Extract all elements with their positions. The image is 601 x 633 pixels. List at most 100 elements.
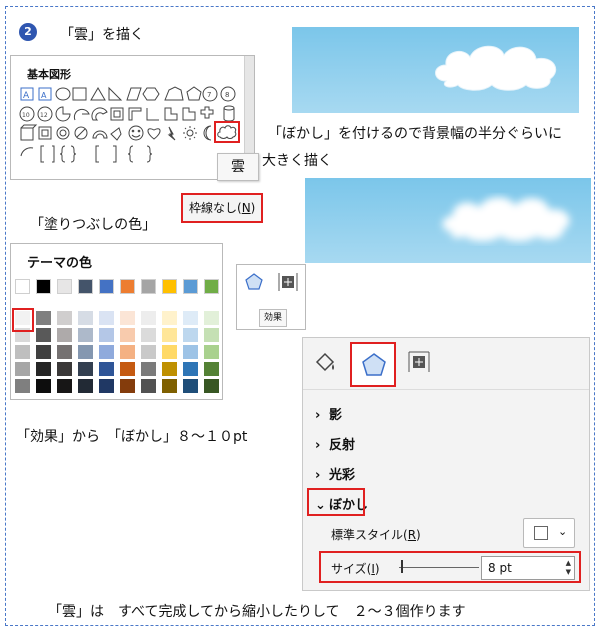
section-glow[interactable]: › 光彩 — [315, 464, 355, 483]
theme-color-shade-swatch[interactable] — [162, 379, 177, 393]
theme-color-shade-swatch[interactable] — [141, 328, 156, 342]
cloud-tooltip: 雲 — [217, 153, 259, 181]
theme-color-swatch[interactable] — [78, 279, 93, 294]
standard-style-text: 標準スタイル( — [331, 528, 408, 542]
theme-color-swatch[interactable] — [204, 279, 219, 294]
theme-color-shade-swatch[interactable] — [204, 379, 219, 393]
no-outline-menu-item[interactable]: 枠線なし(N) — [181, 193, 263, 223]
theme-color-shade-swatch[interactable] — [36, 362, 51, 376]
theme-color-swatch[interactable] — [36, 279, 51, 294]
size-spinner[interactable]: ▲ ▼ — [566, 559, 571, 577]
no-outline-suffix: ) — [250, 201, 256, 215]
theme-color-swatch[interactable] — [141, 279, 156, 294]
theme-color-swatch[interactable] — [57, 279, 72, 294]
theme-color-shade-swatch[interactable] — [78, 345, 93, 359]
spin-up-icon[interactable]: ▲ — [566, 559, 571, 568]
theme-color-shade-swatch[interactable] — [99, 345, 114, 359]
theme-color-shade-swatch[interactable] — [183, 311, 198, 325]
theme-color-shade-swatch[interactable] — [162, 362, 177, 376]
theme-color-shade-swatch[interactable] — [141, 345, 156, 359]
bokashi-instruction-line2: 大きく描く — [262, 153, 332, 169]
theme-color-swatch[interactable] — [183, 279, 198, 294]
theme-color-shade-swatch[interactable] — [36, 328, 51, 342]
theme-color-swatch[interactable] — [162, 279, 177, 294]
theme-color-shade-swatch[interactable] — [162, 328, 177, 342]
theme-color-shade-swatch[interactable] — [57, 311, 72, 325]
theme-color-shade-swatch[interactable] — [36, 379, 51, 393]
shape-grid[interactable]: A A 7 8 10 12 — [19, 82, 241, 174]
theme-color-shade-swatch[interactable] — [204, 311, 219, 325]
theme-color-shade-swatch[interactable] — [57, 328, 72, 342]
effect-instruction: 「効果」から 「ぼかし」８～１０pt — [16, 429, 248, 445]
theme-color-shade-swatch[interactable] — [78, 311, 93, 325]
theme-color-shade-swatch[interactable] — [162, 345, 177, 359]
size-label: サイズ(I) — [331, 560, 380, 577]
theme-color-shade-swatch[interactable] — [78, 362, 93, 376]
theme-color-swatch[interactable] — [99, 279, 114, 294]
theme-color-shade-swatch[interactable] — [204, 328, 219, 342]
theme-color-shade-swatch[interactable] — [99, 311, 114, 325]
size-properties-icon[interactable] — [407, 350, 431, 374]
size-slider-thumb[interactable] — [401, 560, 403, 573]
theme-color-shade-swatch[interactable] — [36, 311, 51, 325]
svg-text:12: 12 — [40, 112, 48, 119]
svg-text:8: 8 — [225, 91, 229, 99]
section-reflection[interactable]: › 反射 — [315, 434, 355, 453]
theme-color-shade-swatch[interactable] — [15, 345, 30, 359]
format-icon-bar — [303, 338, 589, 390]
fill-line-icon[interactable] — [313, 350, 337, 374]
effects-pentagon-icon — [362, 353, 386, 376]
theme-color-shade-swatch[interactable] — [120, 379, 135, 393]
theme-color-shade-swatch[interactable] — [183, 328, 198, 342]
section-shadow-label: 影 — [329, 408, 343, 423]
theme-color-shade-swatch[interactable] — [78, 328, 93, 342]
standard-style-dropdown[interactable]: ⌄ — [523, 518, 575, 548]
theme-color-shade-swatch[interactable] — [15, 362, 30, 376]
size-input[interactable]: 8 pt ▲ ▼ — [481, 556, 575, 580]
chevron-down-icon: ⌄ — [558, 525, 568, 538]
theme-color-shade-swatch[interactable] — [57, 379, 72, 393]
theme-color-shade-swatch[interactable] — [183, 362, 198, 376]
svg-text:A: A — [41, 91, 47, 100]
size-label-suffix: ) — [374, 562, 380, 576]
theme-color-shade-swatch[interactable] — [120, 345, 135, 359]
cloud-icon — [217, 125, 237, 139]
standard-style-suffix: ) — [416, 528, 421, 542]
theme-color-shade-swatch[interactable] — [57, 362, 72, 376]
theme-color-shade-swatch[interactable] — [99, 362, 114, 376]
chevron-right-icon: › — [315, 408, 321, 423]
size-slider-track[interactable] — [399, 567, 479, 568]
theme-color-shade-swatch[interactable] — [120, 328, 135, 342]
theme-color-shade-swatch[interactable] — [183, 345, 198, 359]
theme-color-shade-swatch[interactable] — [99, 379, 114, 393]
theme-color-shade-swatch[interactable] — [162, 311, 177, 325]
cloud-shape-button[interactable] — [214, 121, 240, 143]
theme-color-shade-swatch[interactable] — [141, 379, 156, 393]
effect-pentagon-icon[interactable] — [243, 271, 265, 293]
theme-color-shade-swatch[interactable] — [15, 379, 30, 393]
format-shape-panel: › 影 › 反射 › 光彩 ⌄ ぼかし 標準スタイル(R) ⌄ サイズ(I) 8 pt … — [302, 337, 590, 591]
standard-style-label: 標準スタイル(R) — [331, 526, 421, 543]
theme-color-shade-swatch[interactable] — [183, 379, 198, 393]
selected-white-swatch-highlight[interactable] — [12, 308, 34, 332]
section-reflection-label: 反射 — [329, 438, 356, 453]
spin-down-icon[interactable]: ▼ — [566, 568, 571, 577]
theme-color-shade-swatch[interactable] — [120, 311, 135, 325]
theme-color-shade-swatch[interactable] — [78, 379, 93, 393]
theme-color-shade-swatch[interactable] — [57, 345, 72, 359]
theme-color-shade-swatch[interactable] — [204, 362, 219, 376]
theme-color-swatch[interactable] — [120, 279, 135, 294]
theme-color-shade-swatch[interactable] — [204, 345, 219, 359]
effects-tab-button[interactable] — [350, 342, 396, 387]
section-shadow[interactable]: › 影 — [315, 404, 342, 423]
size-position-icon[interactable] — [277, 271, 299, 293]
theme-color-shade-swatch[interactable] — [141, 311, 156, 325]
theme-color-shade-swatch[interactable] — [120, 362, 135, 376]
theme-color-shade-swatch[interactable] — [141, 362, 156, 376]
size-value: 8 pt — [488, 561, 512, 575]
theme-color-swatch[interactable] — [15, 279, 30, 294]
svg-text:A: A — [23, 91, 30, 101]
theme-color-panel: テーマの色 — [10, 243, 223, 400]
theme-color-shade-swatch[interactable] — [36, 345, 51, 359]
theme-color-shade-swatch[interactable] — [99, 328, 114, 342]
